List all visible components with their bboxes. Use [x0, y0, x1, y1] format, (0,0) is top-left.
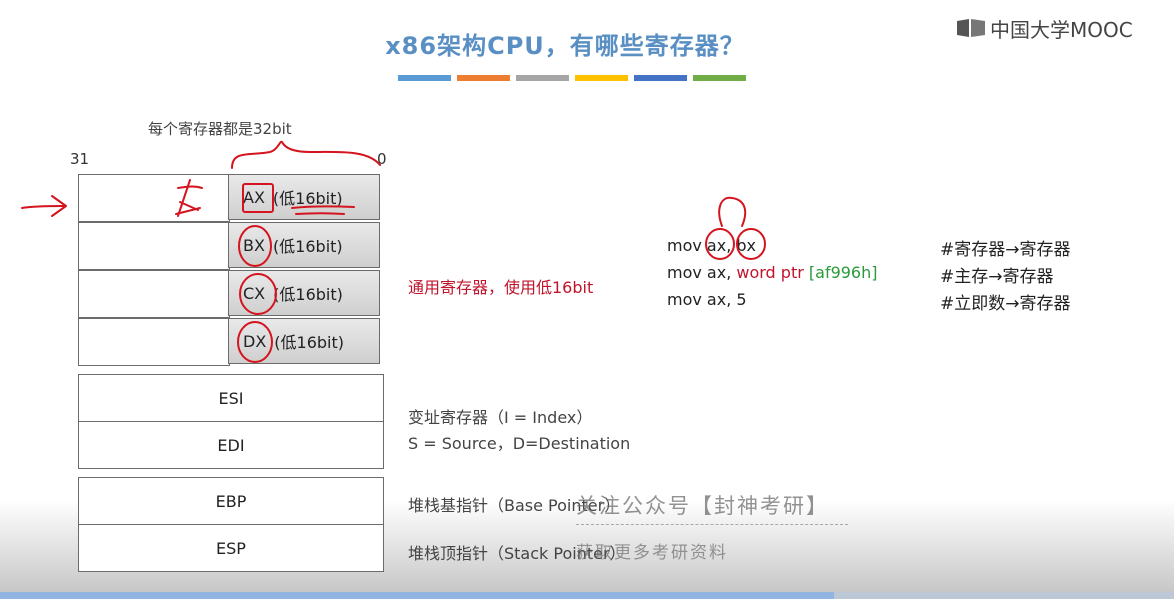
- accent-bar-2: [457, 75, 510, 81]
- comment-immediate-to-register: #立即数→寄存器: [940, 294, 1071, 314]
- code-prefix: mov ax,: [667, 263, 737, 282]
- accent-bar-4: [575, 75, 628, 81]
- register-row-cx: CX (低16bit): [78, 270, 382, 318]
- register-high-half: [78, 318, 230, 366]
- register-suffix: (低16bit): [272, 189, 343, 208]
- watermark-line-2: 获取更多考研资料: [576, 543, 728, 563]
- general-register-description: 通用寄存器，使用低16bit: [408, 278, 594, 297]
- register-name: AX: [243, 187, 265, 207]
- video-progress-fill[interactable]: [0, 592, 834, 599]
- register-row-ebp: EBP: [78, 477, 384, 525]
- register-low-half: DX (低16bit): [228, 318, 380, 364]
- code-line-register-to-register: mov ax, bx: [667, 236, 756, 255]
- bit-index-low: 0: [377, 150, 387, 168]
- register-low-half: CX (低16bit): [228, 270, 380, 316]
- comment-register-to-register: #寄存器→寄存器: [940, 240, 1071, 260]
- bit-index-high: 31: [70, 150, 90, 168]
- register-width-note: 每个寄存器都是32bit: [148, 120, 292, 138]
- index-register-note: S = Source，D=Destination: [408, 434, 631, 453]
- register-name: ESP: [216, 538, 246, 558]
- logo-text: 中国大学MOOC: [990, 17, 1133, 42]
- register-row-esp: ESP: [78, 524, 384, 572]
- register-high-half: [78, 222, 230, 270]
- register-row-esi: ESI: [78, 374, 384, 422]
- register-suffix: (低16bit): [272, 237, 343, 256]
- register-name: CX: [243, 283, 266, 303]
- register-name: ESI: [218, 388, 244, 408]
- register-name: EBP: [215, 491, 247, 511]
- register-row-bx: BX (低16bit): [78, 222, 382, 270]
- code-line-immediate-to-register: mov ax, 5: [667, 290, 747, 309]
- register-suffix: (低16bit): [274, 333, 345, 352]
- bit-range-brace: [231, 140, 381, 169]
- register-name: DX: [243, 331, 267, 351]
- code-keyword: word ptr: [736, 263, 809, 282]
- arrow-head: [51, 195, 67, 217]
- accent-bar-3: [516, 75, 569, 81]
- register-high-half: [78, 270, 230, 318]
- index-register-description: 变址寄存器（I = Index）: [408, 408, 593, 427]
- accent-bar-6: [693, 75, 746, 81]
- code-address: [af996h]: [808, 263, 878, 282]
- register-row-ax: AX (低16bit): [78, 174, 382, 222]
- accent-bar-1: [398, 75, 451, 81]
- mooc-logo-icon: [957, 19, 985, 37]
- register-row-edi: EDI: [78, 421, 384, 469]
- watermark-line-1: 关注公众号【封神考研】: [576, 494, 829, 518]
- register-low-half: AX (低16bit): [228, 174, 380, 220]
- arrow-shaft: [21, 205, 65, 209]
- comment-memory-to-register: #主存→寄存器: [940, 267, 1054, 287]
- register-high-half: [78, 174, 230, 222]
- accent-bar-5: [634, 75, 687, 81]
- register-suffix: (低16bit): [273, 285, 343, 304]
- register-name: BX: [243, 235, 265, 255]
- mooc-logo: 中国大学MOOC: [956, 14, 1133, 42]
- register-row-dx: DX (低16bit): [78, 318, 382, 366]
- register-name: EDI: [217, 435, 245, 455]
- register-low-half: BX (低16bit): [228, 222, 380, 268]
- watermark-divider: [576, 524, 848, 525]
- code-line-memory-to-register: mov ax, word ptr [af996h]: [667, 263, 878, 282]
- operand-arrow-loop: [718, 196, 747, 227]
